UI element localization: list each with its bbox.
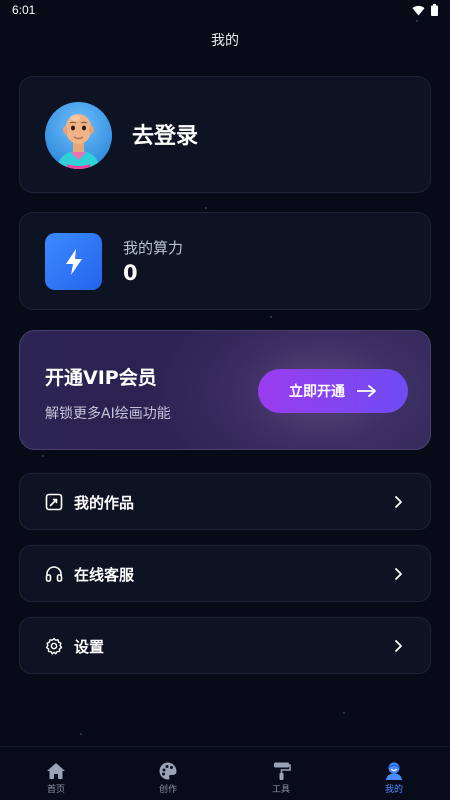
headphones-icon	[45, 566, 63, 582]
activate-vip-label: 立即开通	[289, 384, 345, 400]
tab-home[interactable]: 首页	[0, 747, 112, 800]
menu-item-label: 我的作品	[74, 494, 135, 512]
page-title: 我的	[211, 33, 239, 49]
arrow-right-icon	[357, 385, 376, 397]
menu-item-label: 在线客服	[74, 566, 135, 584]
tab-label: 我的	[384, 785, 403, 795]
status-time: 6:01	[12, 3, 36, 17]
vip-banner[interactable]: 开通VIP会员 解锁更多AI绘画功能 立即开通	[19, 330, 431, 450]
battery-icon	[431, 4, 438, 16]
status-icons	[412, 4, 438, 16]
compute-label: 我的算力	[123, 239, 184, 257]
home-icon	[47, 763, 65, 779]
chevron-right-icon	[395, 568, 402, 580]
tab-tools[interactable]: 工具	[225, 747, 337, 800]
avatar[interactable]	[45, 102, 112, 169]
bottom-tab-bar: 首页 创作 工具 我的	[0, 746, 450, 800]
tab-label: 创作	[158, 785, 177, 795]
tab-label: 首页	[46, 785, 65, 795]
vip-title: 开通VIP会员	[45, 367, 157, 389]
gear-icon	[45, 637, 63, 655]
tab-label: 工具	[271, 785, 290, 795]
chevron-right-icon	[395, 640, 402, 652]
tab-create[interactable]: 创作	[112, 747, 224, 800]
menu-item-my-works[interactable]: 我的作品	[19, 473, 431, 530]
paint-roller-icon	[274, 762, 291, 780]
compute-value: 0	[123, 261, 138, 285]
compute-power-card[interactable]: 我的算力 0	[19, 212, 431, 310]
chevron-right-icon	[395, 496, 402, 508]
palette-icon	[159, 762, 177, 780]
profile-card[interactable]: 去登录	[19, 76, 431, 193]
menu-item-label: 设置	[74, 638, 105, 656]
wifi-icon	[412, 5, 425, 16]
activate-vip-button[interactable]: 立即开通	[258, 369, 408, 413]
vip-subtitle: 解锁更多AI绘画功能	[45, 406, 171, 422]
avatar-image	[45, 102, 112, 169]
edit-file-icon	[45, 493, 63, 511]
menu-item-customer-service[interactable]: 在线客服	[19, 545, 431, 602]
login-link[interactable]: 去登录	[132, 118, 198, 150]
tab-mine[interactable]: 我的	[338, 747, 450, 800]
status-bar: 6:01	[0, 0, 450, 22]
lightning-icon	[45, 233, 102, 290]
menu-item-settings[interactable]: 设置	[19, 617, 431, 674]
user-icon	[386, 762, 402, 780]
